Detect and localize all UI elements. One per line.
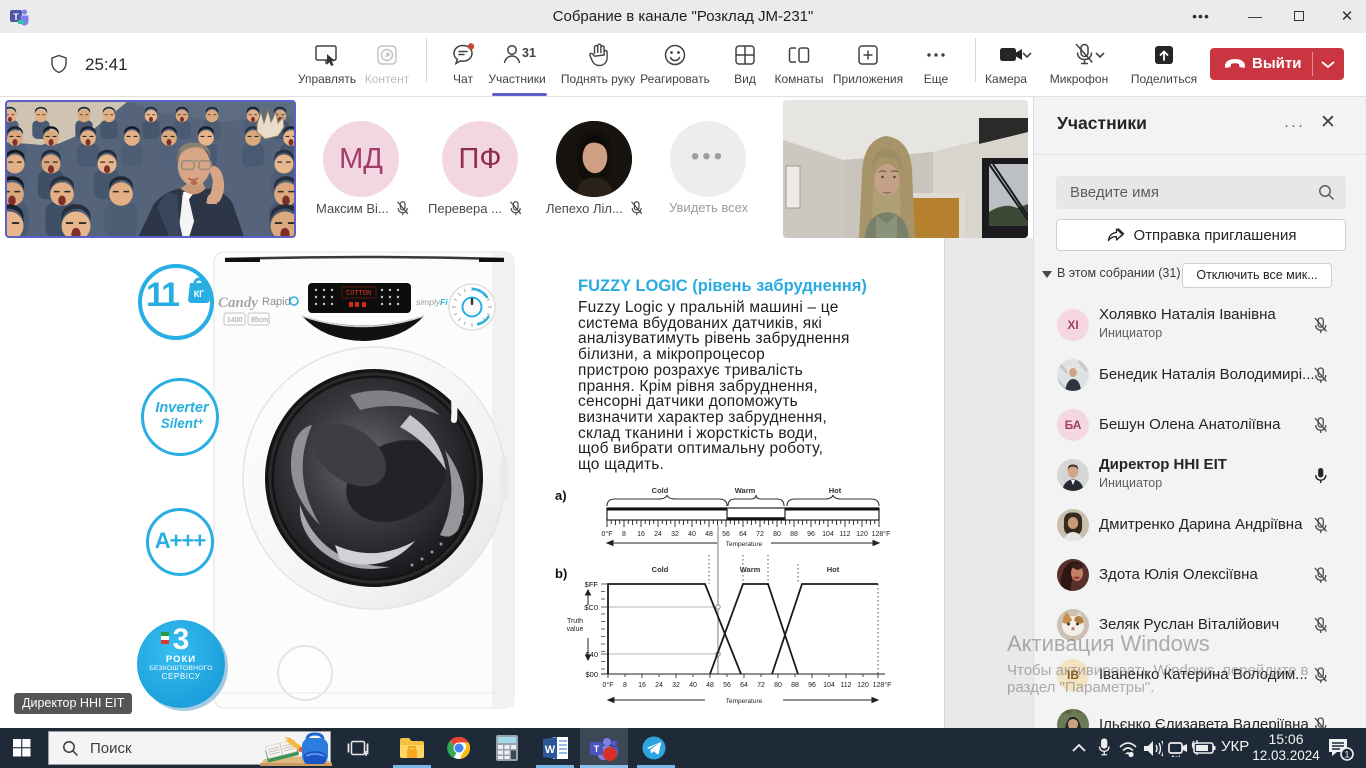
svg-text:Warm: Warm <box>735 486 756 495</box>
svg-text:Cold: Cold <box>652 565 669 574</box>
svg-text:96: 96 <box>807 531 815 538</box>
svg-text:120: 120 <box>856 531 868 538</box>
svg-text:112: 112 <box>840 682 851 689</box>
svg-text:8: 8 <box>622 531 626 538</box>
svg-text:128°F: 128°F <box>873 681 892 689</box>
svg-text:48: 48 <box>705 531 713 538</box>
svg-text:Hot: Hot <box>827 565 840 574</box>
svg-text:simply: simply <box>416 297 441 307</box>
svg-text:b): b) <box>555 566 567 581</box>
svg-text:16: 16 <box>638 682 646 689</box>
svg-text:Warm: Warm <box>740 565 761 574</box>
svg-text:1: 1 <box>1344 750 1349 760</box>
svg-text:32: 32 <box>671 531 679 538</box>
svg-text:64: 64 <box>739 531 747 538</box>
svg-text:104: 104 <box>822 531 834 538</box>
svg-text:56: 56 <box>723 682 731 689</box>
svg-text:88: 88 <box>790 531 798 538</box>
svg-text:85cm: 85cm <box>251 317 268 324</box>
svg-text:24: 24 <box>654 531 662 538</box>
svg-text:Truth: Truth <box>567 618 583 625</box>
svg-text:Fi: Fi <box>440 297 448 307</box>
svg-text:$FF: $FF <box>585 580 599 589</box>
svg-text:88: 88 <box>791 682 799 689</box>
svg-text:Candy: Candy <box>218 295 258 311</box>
svg-text:96: 96 <box>808 682 816 689</box>
svg-text:40: 40 <box>688 531 696 538</box>
svg-text:128°F: 128°F <box>872 530 891 538</box>
svg-text:COTTON: COTTON <box>346 290 371 298</box>
svg-text:24: 24 <box>655 682 663 689</box>
svg-text:8: 8 <box>623 682 627 689</box>
svg-text:104: 104 <box>823 682 835 689</box>
svg-text:Temperature: Temperature <box>726 698 763 705</box>
svg-text:56: 56 <box>722 531 730 538</box>
svg-text:40: 40 <box>689 682 697 689</box>
svg-text:120: 120 <box>857 682 869 689</box>
svg-text:0°F: 0°F <box>602 530 613 538</box>
svg-text:80: 80 <box>774 682 782 689</box>
svg-text:T: T <box>594 744 600 754</box>
svg-text:Hot: Hot <box>829 486 842 495</box>
svg-text:Rapid: Rapid <box>262 296 291 308</box>
svg-text:W: W <box>545 744 556 756</box>
svg-text:31: 31 <box>522 46 536 60</box>
svg-text:Cold: Cold <box>652 486 669 495</box>
svg-text:КГ: КГ <box>194 289 205 299</box>
svg-text:64: 64 <box>740 682 748 689</box>
svg-text:Temperature: Temperature <box>726 541 763 548</box>
svg-text:80: 80 <box>773 531 781 538</box>
svg-text:112: 112 <box>839 531 850 538</box>
svg-text:value: value <box>567 626 584 633</box>
svg-text:$C0: $C0 <box>584 603 598 612</box>
svg-text:72: 72 <box>757 682 765 689</box>
svg-text:48: 48 <box>706 682 714 689</box>
svg-text:0°F: 0°F <box>603 681 614 689</box>
svg-text:16: 16 <box>637 531 645 538</box>
svg-text:1400: 1400 <box>227 317 243 324</box>
svg-text:72: 72 <box>756 531 764 538</box>
svg-text:$00: $00 <box>585 670 598 679</box>
svg-text:32: 32 <box>672 682 680 689</box>
svg-text:a): a) <box>555 488 567 503</box>
